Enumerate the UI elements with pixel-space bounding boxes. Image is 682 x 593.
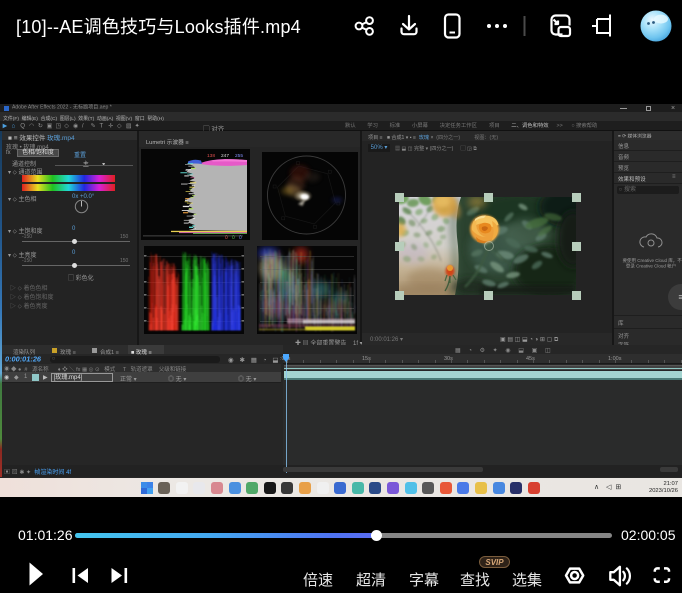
svg-text:138: 138 xyxy=(207,153,215,159)
svg-text:247: 247 xyxy=(221,153,229,159)
svg-text:255: 255 xyxy=(235,153,243,159)
